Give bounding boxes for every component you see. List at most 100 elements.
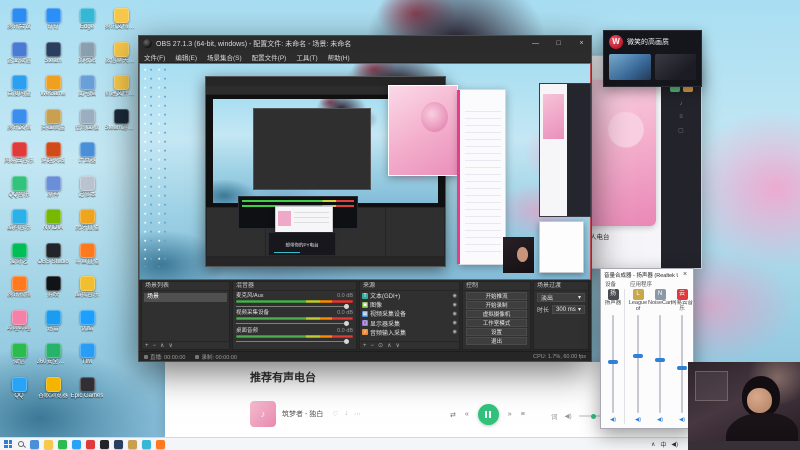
desktop-icon[interactable]: 网易云音乐 [2, 140, 36, 174]
mute-speaker-icon[interactable]: ◀) [657, 416, 663, 424]
move-up-icon[interactable]: ∧ [387, 342, 391, 349]
desktop-icon[interactable]: 腾讯会议 [2, 6, 36, 40]
tray-icon[interactable]: ∧ [651, 441, 655, 448]
close-icon[interactable]: × [572, 36, 591, 51]
remove-icon[interactable]: − [371, 343, 375, 349]
taskbar-app-icon[interactable] [114, 439, 123, 449]
source-item[interactable]: ▢ 显示器采集 ◉ [360, 319, 459, 328]
taskbar-app-icon[interactable] [58, 439, 67, 449]
desktop-icon[interactable]: 腾讯视频 [2, 274, 36, 308]
menu-item[interactable]: 帮助(H) [323, 52, 355, 62]
move-down-icon[interactable]: ∨ [168, 342, 172, 349]
desktop-icon[interactable]: WeGame [36, 73, 70, 107]
taskbar-app-icon[interactable] [30, 439, 39, 449]
slider-handle[interactable] [655, 357, 665, 362]
volume-slider[interactable] [236, 303, 353, 309]
song-thumbnail[interactable]: ♪ [250, 401, 276, 427]
control-button[interactable]: 工作室模式 [466, 319, 527, 327]
desktop-icon[interactable]: 钉钉 [36, 6, 70, 40]
mute-speaker-icon[interactable]: ◀) [610, 416, 616, 424]
desktop-icon[interactable]: 微信 [2, 341, 36, 375]
desktop-icon[interactable]: 英雄联盟 [36, 107, 70, 141]
sidebar-tool-icon[interactable]: ≡ [678, 114, 684, 120]
visibility-eye-icon[interactable]: ◉ [453, 320, 457, 326]
control-button[interactable]: 退出 [466, 337, 527, 345]
scene-item[interactable]: 场景 [144, 293, 227, 302]
control-button[interactable]: 虚拟摄像机 [466, 310, 527, 318]
tray-icon[interactable]: 中 [660, 440, 666, 449]
menu-item[interactable]: 文件(F) [139, 52, 170, 62]
desktop-icon[interactable]: 控制面板 [70, 107, 104, 141]
taskbar-app-icon[interactable] [142, 439, 151, 449]
tray-icon[interactable]: ◀) [671, 441, 678, 448]
visibility-eye-icon[interactable]: ◉ [453, 311, 457, 317]
more-icon[interactable]: ⋯ [354, 410, 361, 418]
next-icon[interactable]: » [508, 411, 512, 418]
desktop-icon[interactable]: 虎牙直播 [70, 207, 104, 241]
desktop-icon[interactable]: 迅雷 [36, 308, 70, 342]
slider-handle[interactable] [677, 366, 687, 371]
play-pause-button[interactable] [477, 404, 499, 425]
move-up-icon[interactable]: ∧ [160, 342, 164, 349]
slider-handle[interactable] [608, 359, 618, 364]
taskbar-app-icon[interactable] [128, 439, 137, 449]
start-button[interactable] [4, 440, 12, 448]
control-button[interactable]: 设置 [466, 328, 527, 336]
slider-handle[interactable] [633, 353, 643, 358]
stream-thumbnail[interactable] [609, 54, 651, 80]
desktop-icon[interactable]: 回收站 [70, 40, 104, 74]
desktop-icon[interactable]: 原神 [36, 174, 70, 208]
desktop-icon[interactable]: 腾讯文档WeGame [104, 6, 138, 40]
sidebar-tool-icon[interactable]: ▢ [678, 127, 684, 134]
taskbar-app-icon[interactable] [156, 439, 165, 449]
desktop-icon[interactable]: 360安全卫士 [36, 341, 70, 375]
menu-item[interactable]: 编辑(E) [170, 52, 202, 62]
visibility-eye-icon[interactable]: ◉ [453, 293, 457, 299]
desktop-icon[interactable]: 穿越火线 [36, 140, 70, 174]
desktop-icon[interactable]: Steam [36, 40, 70, 74]
desktop-icon[interactable]: 新建文件夹 20220920 [104, 73, 138, 107]
desktop-icon[interactable]: 谷歌浏览器 [36, 375, 70, 409]
mute-speaker-icon[interactable]: ◀) [679, 416, 685, 424]
properties-gear-icon[interactable]: ⊙ [378, 342, 383, 349]
volume-slider[interactable] [578, 413, 601, 419]
desktop-icon[interactable]: NVIDIA [36, 207, 70, 241]
desktop-icon[interactable]: Edge [70, 6, 104, 40]
desktop-icon[interactable]: 计算器 [70, 140, 104, 174]
desktop-icon[interactable]: Epic Games [70, 375, 104, 409]
playlist-icon[interactable]: ≡ [521, 411, 525, 418]
desktop-icon[interactable]: 哔哩哔哩 [2, 308, 36, 342]
download-icon[interactable]: ↓ [345, 410, 349, 418]
desktop-icon[interactable]: 微信聊天记录 [104, 40, 138, 74]
sidebar-tool-icon[interactable]: ♪ [678, 101, 684, 107]
spinner-icon[interactable]: ▾ [578, 306, 581, 313]
taskbar-app-icon[interactable] [72, 439, 81, 449]
taskbar-app-icon[interactable] [100, 439, 109, 449]
add-icon[interactable]: + [145, 343, 149, 349]
desktop-icon[interactable]: OBS Studio [36, 241, 70, 275]
duration-input[interactable]: 300 ms ▾ [552, 305, 585, 314]
desktop-icon[interactable]: 优酷 [70, 308, 104, 342]
desktop-icon[interactable]: 百度网盘 [2, 73, 36, 107]
desktop-icon[interactable]: QQ [2, 375, 36, 409]
volume-icon[interactable]: ◀) [565, 412, 572, 420]
like-icon[interactable]: ♡ [332, 410, 338, 418]
source-item[interactable]: ♪ 音频输入采集 ◉ [360, 328, 459, 337]
volume-slider[interactable] [654, 313, 666, 415]
volume-slider[interactable] [607, 313, 619, 415]
remove-icon[interactable]: − [153, 343, 157, 349]
close-icon[interactable]: × [680, 271, 690, 278]
mute-speaker-icon[interactable]: ◀) [635, 416, 641, 424]
taskbar-app-icon[interactable] [44, 439, 53, 449]
obs-preview[interactable]: 想带你的PY电台 [139, 63, 591, 280]
desktop-icon[interactable]: 腾讯文档 [2, 107, 36, 141]
maximize-icon[interactable]: □ [549, 36, 568, 51]
volume-slider[interactable] [632, 313, 644, 415]
previous-icon[interactable]: « [465, 411, 469, 418]
source-item[interactable]: ▣ 图像 ◉ [360, 300, 459, 309]
desktop-icon[interactable]: 斗鱼直播 [70, 241, 104, 275]
volume-slider[interactable] [236, 321, 353, 326]
lyrics-icon[interactable]: 词 [551, 411, 558, 421]
control-button[interactable]: 开始录制 [466, 301, 527, 309]
visibility-eye-icon[interactable]: ◉ [453, 302, 457, 308]
